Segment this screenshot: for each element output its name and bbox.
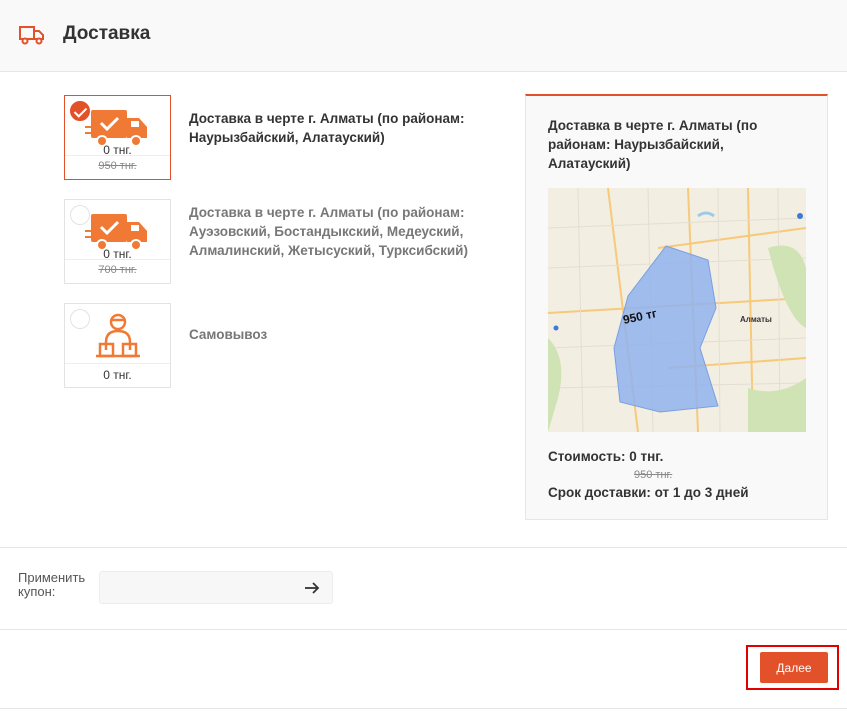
delivery-option-title-3[interactable]: Самовывоз (189, 325, 489, 344)
delivery-zone-map: 950 тг Алматы (548, 188, 806, 432)
delivery-option-title-1[interactable]: Доставка в черте г. Алматы (по районам: … (189, 109, 489, 147)
section-divider (0, 708, 847, 709)
option-old-price: 700 тнг. (98, 264, 137, 276)
delivery-option-card-1[interactable]: 0 тнг. 950 тнг. (64, 95, 171, 180)
coupon-field (99, 571, 333, 604)
info-cost: Стоимость: 0 тнг. (548, 449, 664, 464)
section-divider (0, 547, 847, 548)
card-price-strip: 0 тнг. (65, 363, 170, 387)
info-title: Доставка в черте г. Алматы (по районам: … (548, 118, 758, 171)
delivery-header: Доставка (0, 0, 847, 72)
section-divider (0, 629, 847, 630)
arrow-right-icon[interactable] (302, 578, 322, 598)
checkout-delivery-page: Доставка 0 тнг. 950 тнг. Доставка в черт… (0, 0, 847, 725)
truck-icon (19, 26, 44, 45)
info-delivery-term: Срок доставки: от 1 до 3 дней (548, 485, 749, 500)
option-price: 0 тнг. (103, 368, 132, 382)
card-old-price-strip: 950 тнг. (65, 155, 170, 179)
delivery-option-title-2[interactable]: Доставка в черте г. Алматы (по районам: … (189, 203, 489, 260)
card-old-price-strip: 700 тнг. (65, 259, 170, 283)
coupon-label: Применить купон: (18, 570, 86, 599)
delivery-option-card-2[interactable]: 0 тнг. 700 тнг. (64, 199, 171, 284)
info-old-cost: 950 тнг. (634, 469, 673, 481)
radio-unchecked-icon[interactable] (70, 309, 90, 329)
courier-boxes-icon (92, 310, 144, 362)
delivery-option-card-3[interactable]: 0 тнг. (64, 303, 171, 388)
delivery-info-panel: Доставка в черте г. Алматы (по районам: … (525, 94, 828, 520)
map-city-label: Алматы (740, 315, 772, 324)
page-title: Доставка (63, 23, 151, 44)
next-button[interactable]: Далее (760, 652, 828, 683)
option-old-price: 950 тнг. (98, 160, 137, 172)
coupon-input[interactable] (100, 572, 295, 603)
